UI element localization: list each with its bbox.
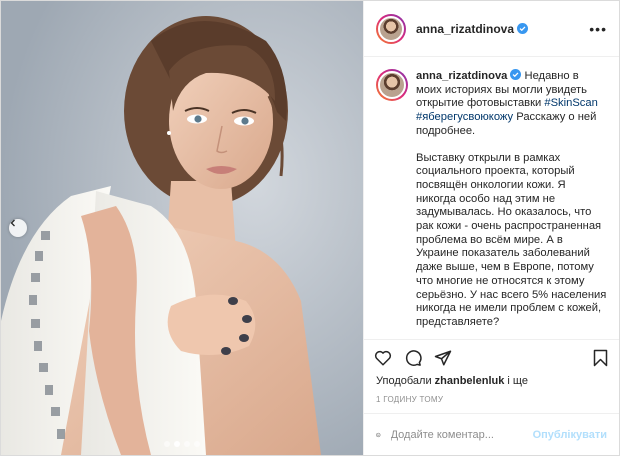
carousel-dot — [174, 441, 180, 447]
post-sidebar: anna_rizatdinova ••• anna_rizatdinova Не… — [363, 1, 619, 455]
caption: anna_rizatdinova Недавно в моих историях… — [376, 69, 607, 339]
caption-avatar[interactable] — [376, 69, 408, 101]
likes-prefix: Уподобали — [376, 375, 435, 387]
portrait-illustration — [1, 1, 363, 455]
carousel-indicator — [1, 441, 363, 447]
bookmark-icon — [593, 349, 608, 366]
carousel-dot — [194, 441, 200, 447]
likes-suffix[interactable]: і ще — [504, 375, 528, 387]
emoji-icon[interactable] — [376, 426, 381, 444]
like-button[interactable] — [374, 349, 392, 367]
heart-icon — [374, 350, 392, 365]
share-icon — [434, 350, 452, 365]
comment-button[interactable] — [404, 349, 422, 367]
add-comment-bar: Опублікувати — [364, 413, 619, 455]
liker-username[interactable]: zhanbelenluk — [435, 375, 505, 387]
comment-input[interactable] — [390, 428, 533, 441]
share-button[interactable] — [434, 349, 452, 367]
instagram-post: anna_rizatdinova ••• anna_rizatdinova Не… — [0, 0, 620, 456]
carousel-dot — [164, 441, 170, 447]
more-icon[interactable]: ••• — [589, 21, 607, 37]
avatar[interactable] — [376, 13, 406, 44]
caption-username[interactable]: anna_rizatdinova — [416, 70, 507, 82]
caption-text: anna_rizatdinova Недавно в моих историях… — [416, 69, 607, 339]
publish-button[interactable]: Опублікувати — [533, 429, 607, 441]
caption-paragraph-2: Выставку открыли в рамках социального пр… — [416, 151, 607, 328]
username-link[interactable]: anna_rizatdinova — [416, 22, 514, 36]
verified-icon — [510, 69, 522, 80]
save-button[interactable] — [592, 349, 609, 367]
comments-area: anna_rizatdinova Недавно в моих историях… — [364, 57, 619, 339]
post-timestamp[interactable]: 1 ГОДИНУ ТОМУ — [364, 391, 619, 413]
carousel-prev-button[interactable] — [9, 219, 27, 237]
verified-icon — [517, 23, 529, 34]
hashtag-skinscan[interactable]: #SkinScan — [544, 97, 598, 109]
likes-line: Уподобали zhanbelenluk і ще — [364, 375, 619, 391]
post-photo[interactable] — [1, 1, 363, 455]
chevron-left-icon — [10, 219, 15, 227]
hashtag-yaberegu[interactable]: #яберегусвоюкожу — [416, 111, 513, 123]
action-bar — [364, 339, 619, 375]
post-header: anna_rizatdinova ••• — [364, 1, 619, 57]
comment-icon — [405, 349, 422, 366]
carousel-dot — [184, 441, 190, 447]
